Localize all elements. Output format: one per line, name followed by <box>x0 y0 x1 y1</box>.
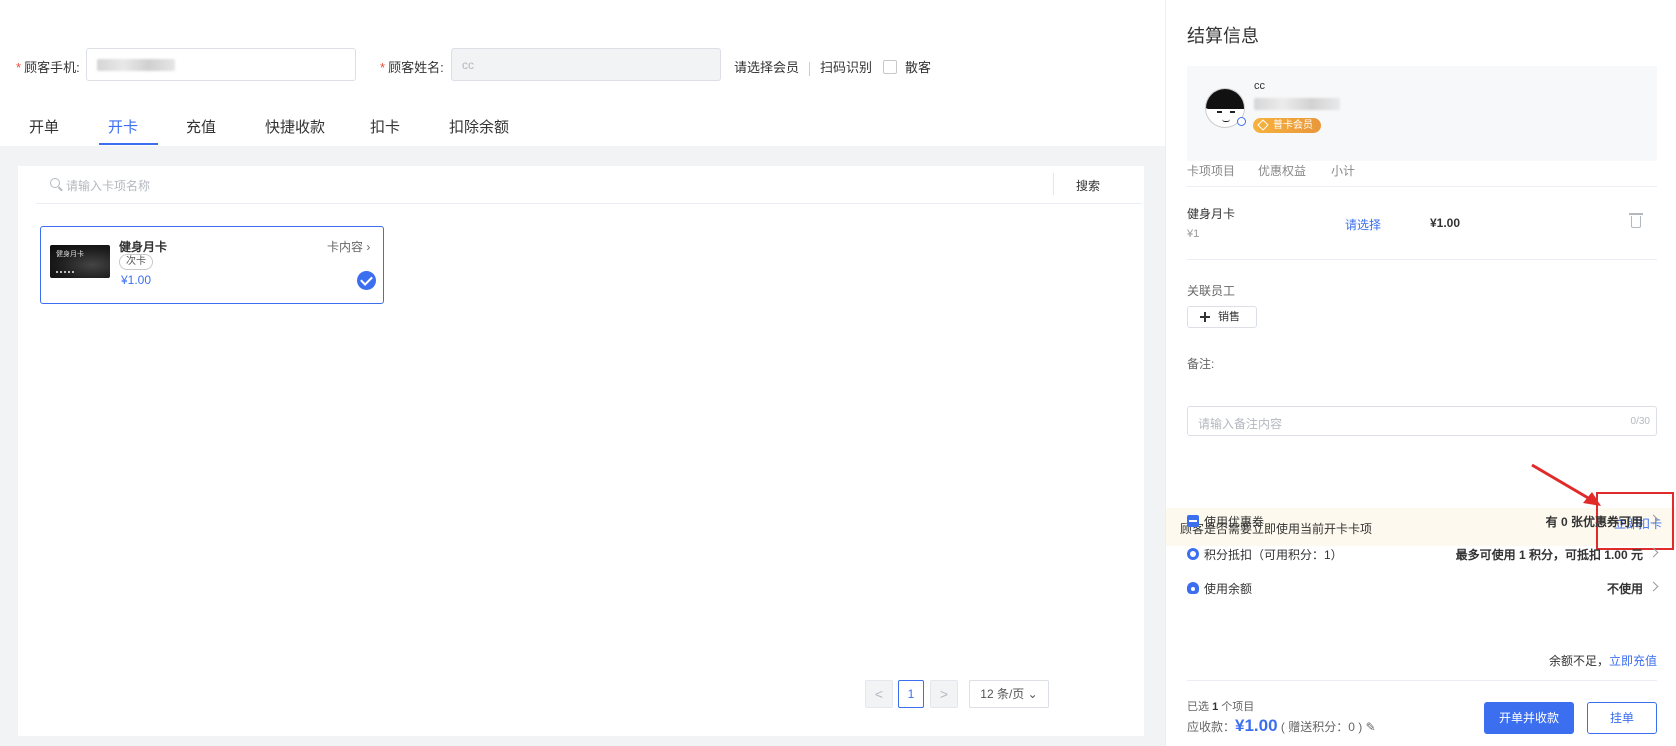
trash-icon[interactable] <box>1629 213 1643 228</box>
note-char-count: 0/30 <box>1630 416 1650 427</box>
search-icon <box>50 178 60 188</box>
line-item-subtotal: ¥1.00 <box>1430 216 1461 230</box>
search-underline <box>36 203 1142 204</box>
chevron-right-icon <box>1648 581 1659 592</box>
member-links: 请选择会员 扫码识别 <box>734 57 872 76</box>
phone-input[interactable] <box>86 48 356 81</box>
footer-divider <box>1187 680 1657 681</box>
note-placeholder: 请输入备注内容 <box>1198 417 1283 431</box>
settlement-pane: 结算信息 cc 普卡会员 卡项项目 优惠权益 小计 健身月卡 ¥1 请选择 ¥1… <box>1166 0 1676 746</box>
table-header-line <box>1187 186 1657 187</box>
page-1-button[interactable]: 1 <box>898 680 924 708</box>
member-name: cc <box>1254 80 1265 92</box>
recharge-now-link[interactable]: 立即充值 <box>1609 654 1657 668</box>
gender-icon <box>1237 117 1246 126</box>
page-size-select[interactable]: 12 条/页 ⌄ <box>969 680 1049 708</box>
member-info: cc 普卡会员 <box>1187 66 1657 161</box>
walk-in-checkbox[interactable]: 散客 <box>883 57 931 76</box>
card-thumbnail: 健身月卡 <box>50 245 110 278</box>
points-label: 积分抵扣（可用积分：1） <box>1204 548 1343 562</box>
wallet-icon <box>1187 582 1199 594</box>
walk-in-label: 散客 <box>905 60 932 75</box>
chevron-right-icon <box>1648 547 1659 558</box>
note-input[interactable]: 请输入备注内容 0/30 <box>1187 406 1657 436</box>
item-divider <box>1187 259 1657 260</box>
points-option[interactable]: 积分抵扣（可用积分：1） 最多可使用 1 积分，可抵扣 1.00 元 <box>1187 545 1659 565</box>
scan-link[interactable]: 扫码识别 <box>820 60 872 75</box>
chevron-right-icon: › <box>366 240 371 254</box>
header-item: 卡项项目 <box>1187 164 1236 178</box>
name-label: * 顾客姓名: <box>380 60 444 75</box>
check-icon <box>357 271 376 290</box>
tab-recharge[interactable]: 充值 <box>186 116 216 137</box>
card-thumbnail-text: 健身月卡 <box>56 251 84 258</box>
card-item[interactable]: 健身月卡 健身月卡 次卡 ¥1.00 卡内容 › <box>40 226 384 304</box>
amount-due: 应收款：¥1.00 ( 赠送积分：0 ) ✎ <box>1187 716 1376 735</box>
search-divider <box>1053 173 1054 195</box>
open-and-collect-button[interactable]: 开单并收款 <box>1484 702 1574 734</box>
card-search-input[interactable]: 请输入卡项名称 <box>66 177 150 194</box>
diamond-icon <box>1257 119 1269 131</box>
name-input: cc <box>451 48 721 81</box>
tab-open-order[interactable]: 开单 <box>29 116 59 137</box>
order-pane: * 顾客手机: * 顾客姓名: cc 请选择会员 扫码识别 散客 开单 开卡 充值 快… <box>0 0 1165 746</box>
points-value: 最多可使用 1 积分，可抵扣 1.00 元 <box>1455 548 1643 562</box>
card-type-tag: 次卡 <box>119 254 153 270</box>
hold-order-button[interactable]: 挂单 <box>1587 702 1657 734</box>
select-member-link[interactable]: 请选择会员 <box>734 60 799 75</box>
phone-value-blurred <box>97 59 175 71</box>
tab-open-card[interactable]: 开卡 <box>108 116 138 137</box>
note-label: 备注: <box>1187 357 1215 371</box>
chevron-down-icon: ⌄ <box>1027 687 1038 701</box>
card-search-bar: 请输入卡项名称 搜索 <box>18 166 1144 203</box>
phone-label: * 顾客手机: <box>16 60 80 75</box>
points-icon <box>1187 548 1199 560</box>
member-level-badge: 普卡会员 <box>1253 118 1321 133</box>
header-discount: 优惠权益 <box>1258 164 1307 178</box>
prev-page-button[interactable]: < <box>865 680 893 708</box>
tab-quick-pay[interactable]: 快捷收款 <box>265 116 325 137</box>
add-sales-staff-button[interactable]: 销售 <box>1187 306 1257 328</box>
line-item-price: ¥1 <box>1187 228 1200 240</box>
card-price: ¥1.00 <box>121 273 152 287</box>
line-item-name: 健身月卡 <box>1187 207 1236 221</box>
member-phone-blurred <box>1254 98 1340 110</box>
balance-label: 使用余额 <box>1204 582 1253 596</box>
balance-option[interactable]: 使用余额 不使用 <box>1187 579 1659 599</box>
next-page-button[interactable]: > <box>930 680 958 708</box>
coupon-label: 使用优惠券 <box>1204 515 1265 529</box>
card-name: 健身月卡 <box>119 240 168 254</box>
edit-icon[interactable]: ✎ <box>1366 720 1376 734</box>
header-subtotal: 小计 <box>1331 164 1356 178</box>
coupon-value: 有 0 张优惠券可用 <box>1545 515 1643 529</box>
coupon-option[interactable]: 使用优惠券 有 0 张优惠券可用 <box>1187 512 1659 532</box>
tab-deduct-balance[interactable]: 扣除余额 <box>449 116 509 137</box>
discount-select-link[interactable]: 请选择 <box>1345 216 1381 233</box>
chevron-right-icon <box>1648 514 1659 525</box>
coupon-icon <box>1187 515 1199 527</box>
selected-count: 已选 1 个项目 <box>1187 701 1255 713</box>
tab-bar: 开单 开卡 充值 快捷收款 扣卡 扣除余额 <box>0 108 1165 146</box>
search-button[interactable]: 搜索 <box>1076 177 1100 194</box>
staff-label: 关联员工 <box>1187 284 1236 298</box>
card-detail-link[interactable]: 卡内容 › <box>327 238 370 255</box>
active-tab-indicator <box>99 143 158 145</box>
tab-deduct-card[interactable]: 扣卡 <box>370 116 400 137</box>
customer-form: * 顾客手机: * 顾客姓名: cc 请选择会员 扫码识别 散客 <box>0 48 1165 82</box>
plus-icon <box>1200 312 1210 322</box>
card-list-panel: 请输入卡项名称 搜索 健身月卡 健身月卡 次卡 ¥1.00 卡内容 › <box>18 166 1144 736</box>
amount-due-value: ¥1.00 <box>1235 716 1278 735</box>
settlement-title: 结算信息 <box>1187 26 1259 46</box>
insufficient-balance-note: 余额不足，立即充值 <box>1548 654 1657 668</box>
balance-value: 不使用 <box>1606 582 1643 596</box>
